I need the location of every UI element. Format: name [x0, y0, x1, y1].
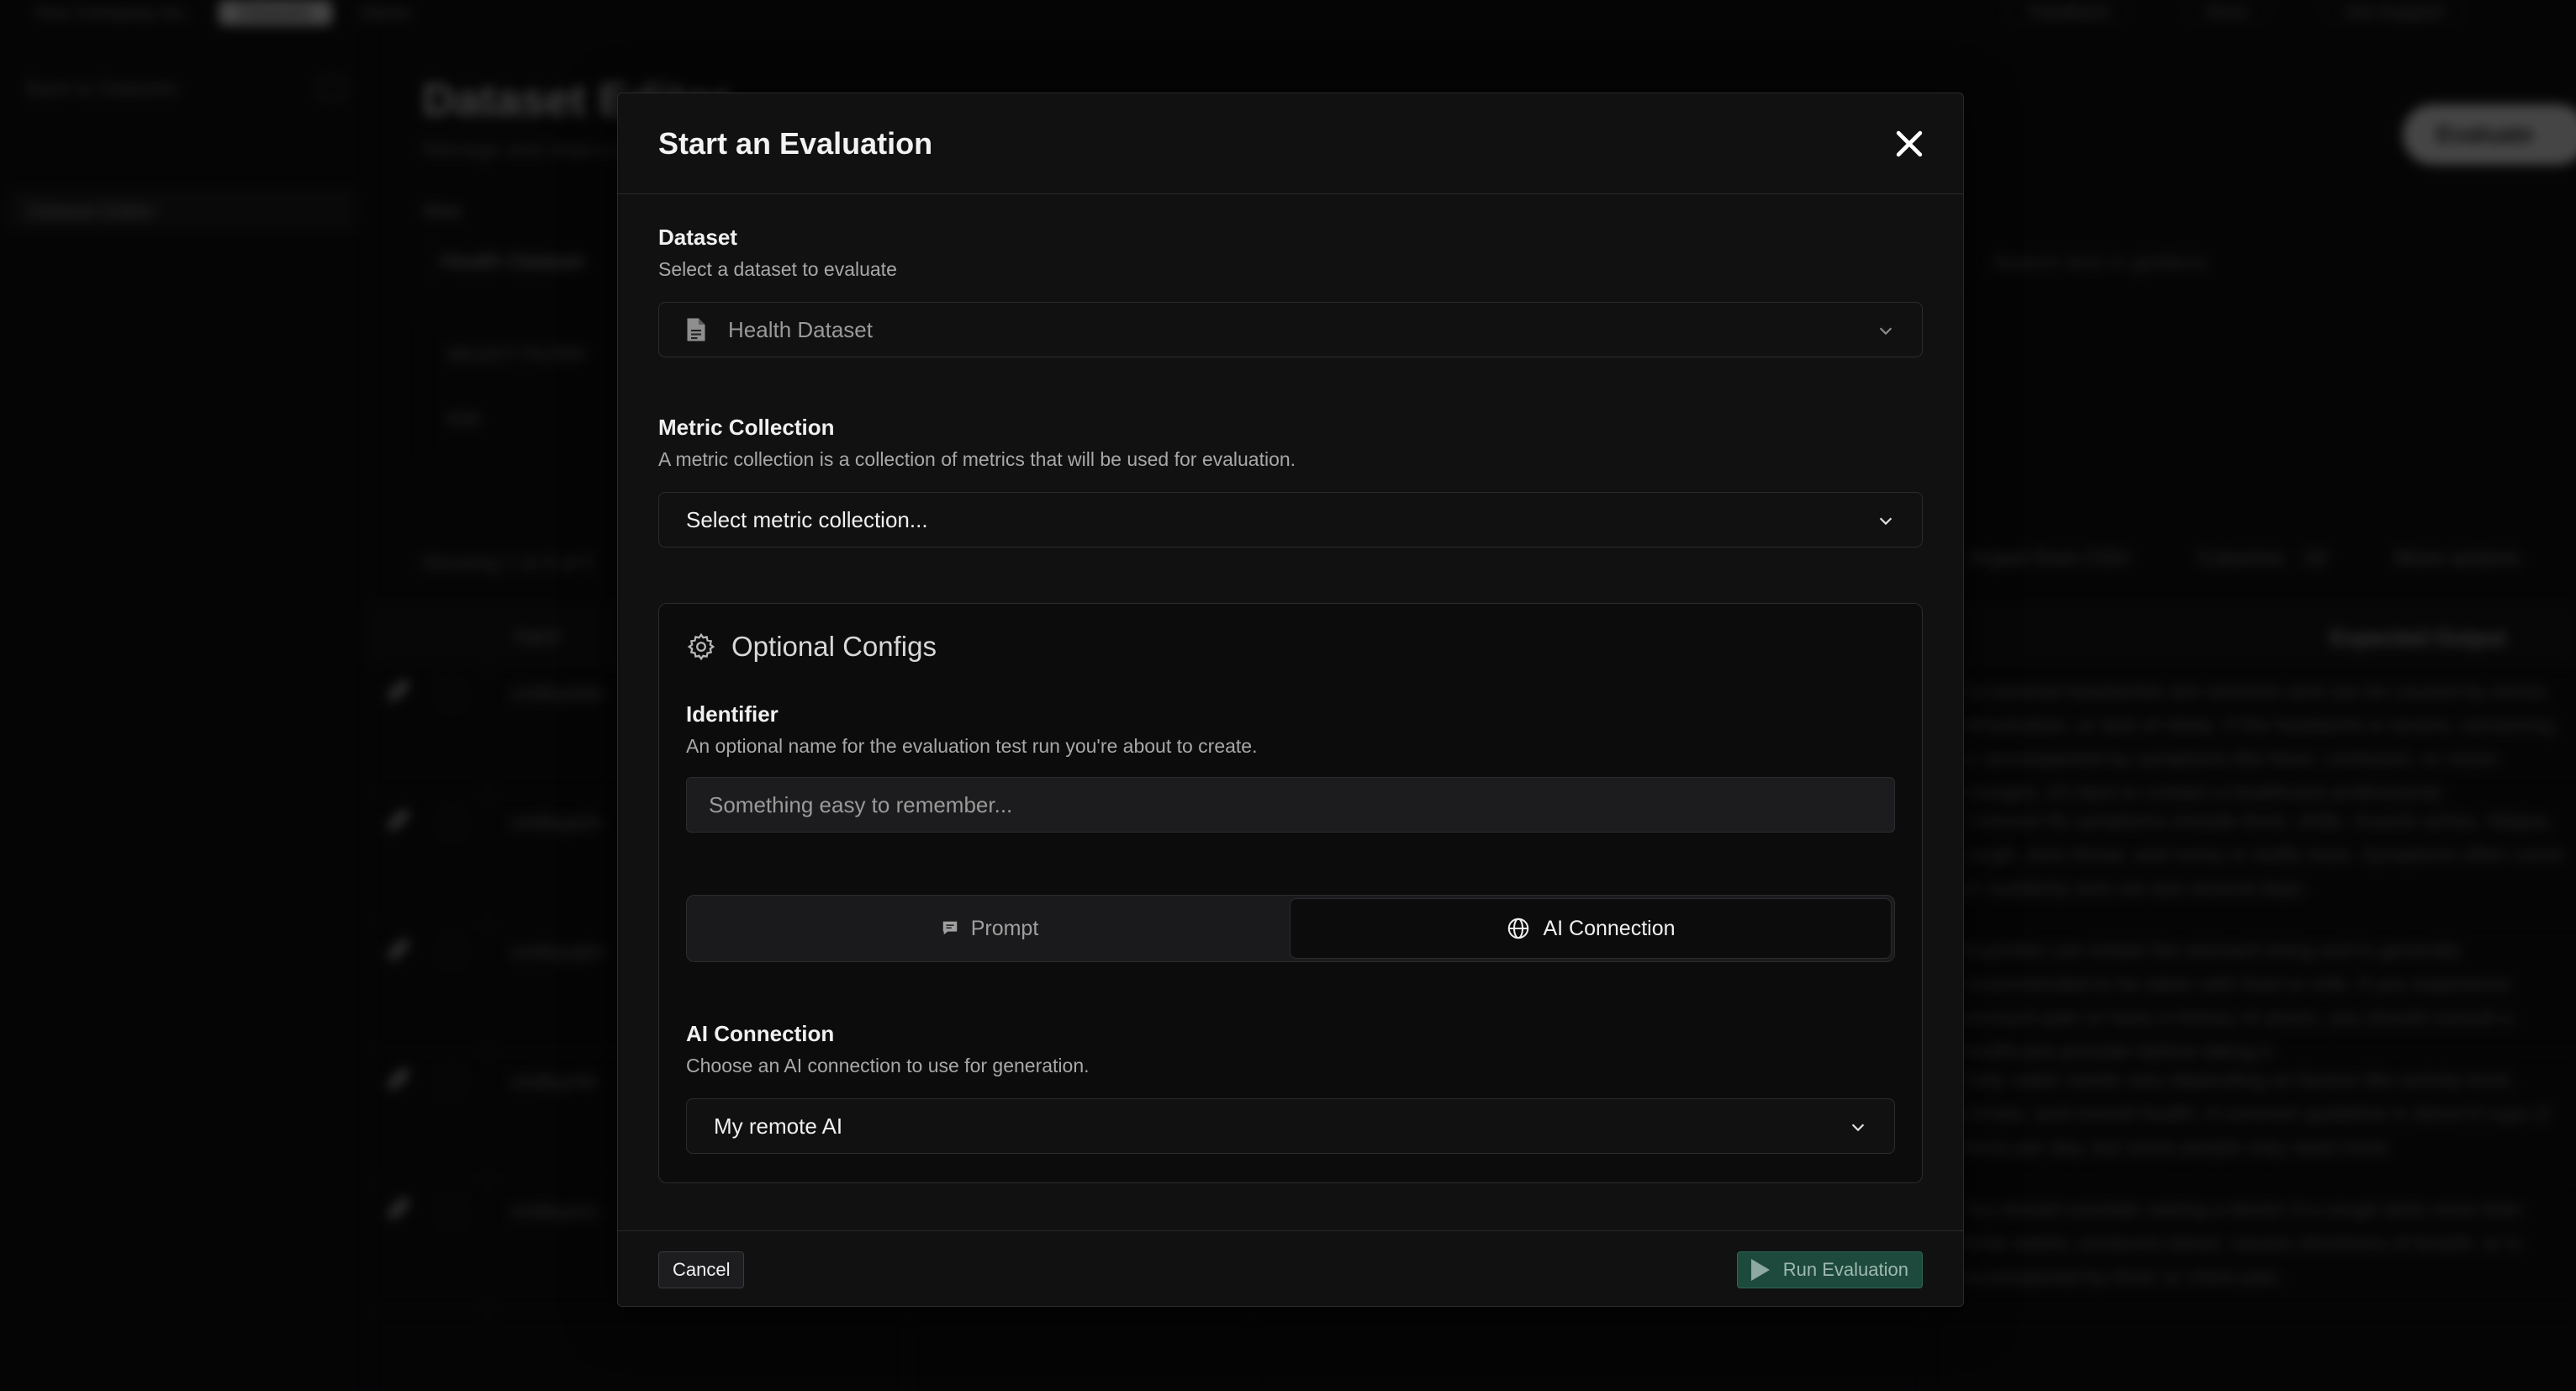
tab-ai-connection-label: AI Connection — [1543, 916, 1676, 940]
generation-source-tabs: Prompt AI Connection — [686, 895, 1895, 962]
optional-configs-title: Optional Configs — [731, 631, 937, 662]
tab-ai-connection[interactable]: AI Connection — [1290, 898, 1892, 959]
globe-icon — [1508, 918, 1529, 939]
dialog-footer: Cancel Run Evaluation — [618, 1230, 1963, 1306]
metric-collection-description: A metric collection is a collection of m… — [658, 448, 1296, 470]
metric-collection-select[interactable]: Select metric collection... — [658, 492, 1923, 547]
tab-prompt[interactable]: Prompt — [689, 898, 1290, 959]
start-evaluation-dialog: Start an Evaluation Dataset Select a dat… — [617, 93, 1964, 1307]
dialog-title: Start an Evaluation — [658, 125, 933, 161]
gear-icon — [687, 632, 715, 661]
identifier-label: Identifier — [686, 701, 779, 727]
cancel-button[interactable]: Cancel — [658, 1251, 745, 1288]
document-icon — [687, 318, 705, 341]
metric-collection-select-value: Select metric collection... — [686, 506, 928, 532]
identifier-input[interactable] — [686, 777, 1895, 833]
dataset-select-value: Health Dataset — [728, 316, 873, 342]
dataset-label: Dataset — [658, 225, 737, 250]
identifier-description: An optional name for the evaluation test… — [686, 735, 1258, 757]
chevron-down-icon — [1879, 517, 1892, 526]
run-evaluation-button[interactable]: Run Evaluation — [1736, 1251, 1923, 1288]
dataset-description: Select a dataset to evaluate — [658, 258, 897, 280]
ai-connection-label: AI Connection — [686, 1021, 835, 1046]
run-evaluation-label: Run Evaluation — [1782, 1259, 1908, 1280]
optional-configs-panel: Optional Configs Identifier An optional … — [658, 603, 1923, 1183]
ai-connection-select-value: My remote AI — [714, 1113, 843, 1139]
chevron-down-icon — [1879, 327, 1892, 336]
ai-connection-description: Choose an AI connection to use for gener… — [686, 1055, 1090, 1076]
metric-collection-label: Metric Collection — [658, 415, 835, 440]
dialog-header: Start an Evaluation — [618, 93, 1963, 194]
ai-connection-select[interactable]: My remote AI — [686, 1098, 1895, 1154]
chevron-down-icon — [1851, 1124, 1865, 1132]
tab-prompt-label: Prompt — [970, 916, 1039, 940]
dataset-select[interactable]: Health Dataset — [658, 302, 1923, 357]
chat-icon — [942, 921, 957, 935]
optional-configs-header: Optional Configs — [686, 631, 937, 663]
play-icon — [1750, 1259, 1770, 1281]
close-icon[interactable] — [1891, 125, 1928, 162]
